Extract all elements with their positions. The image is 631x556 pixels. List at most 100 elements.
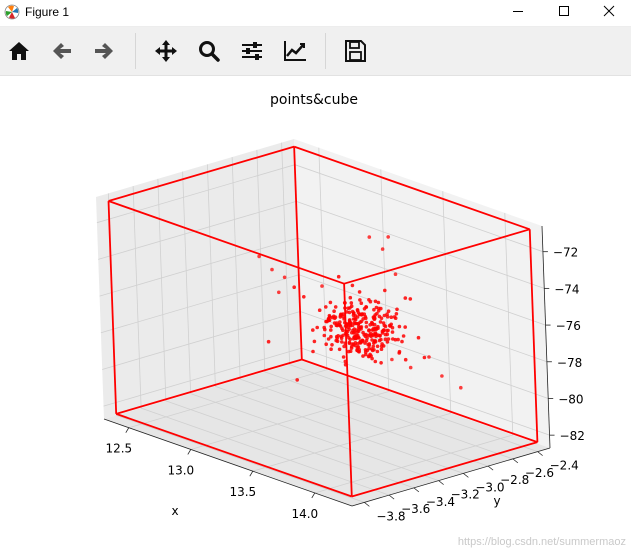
- data-point: [393, 272, 398, 277]
- home-button[interactable]: [5, 37, 33, 65]
- data-point: [367, 343, 372, 348]
- window-titlebar: Figure 1: [0, 0, 631, 27]
- data-point: [358, 298, 362, 302]
- data-point: [347, 310, 352, 315]
- data-point: [401, 334, 406, 338]
- data-point: [440, 374, 444, 378]
- x-tick-label: 12.5: [105, 442, 132, 456]
- data-point: [344, 329, 349, 334]
- data-point: [390, 357, 394, 362]
- data-point: [324, 342, 329, 347]
- data-point: [378, 320, 383, 324]
- data-point: [347, 341, 352, 346]
- data-point: [380, 247, 385, 251]
- data-point: [324, 305, 328, 309]
- data-point: [459, 385, 463, 390]
- save-button[interactable]: [341, 37, 369, 65]
- y-tick: [463, 473, 469, 478]
- 3d-scatter-plot[interactable]: 12.513.013.514.0 −3.8−3.6−3.4−3.2−3.0−2.8…: [0, 76, 631, 552]
- data-point: [352, 311, 356, 315]
- data-point: [395, 307, 399, 312]
- data-point: [355, 345, 360, 350]
- data-point: [349, 301, 354, 305]
- line-chart-icon: [284, 41, 306, 61]
- data-point: [375, 344, 380, 349]
- data-point: [312, 339, 317, 344]
- data-point: [374, 332, 378, 337]
- data-point: [317, 308, 322, 313]
- data-point: [364, 320, 369, 325]
- y-tick: [487, 465, 494, 471]
- sliders-icon: [242, 42, 262, 60]
- close-button[interactable]: [587, 0, 631, 26]
- data-point: [362, 307, 367, 311]
- data-point: [341, 333, 345, 338]
- y-tick: [438, 480, 444, 485]
- data-point: [334, 334, 339, 339]
- data-point: [315, 325, 320, 330]
- data-point: [403, 296, 408, 300]
- data-point: [302, 295, 306, 299]
- data-point: [390, 330, 395, 334]
- data-point: [363, 314, 368, 319]
- data-point: [341, 355, 346, 359]
- data-point: [386, 309, 391, 314]
- data-point: [343, 320, 347, 325]
- data-point: [397, 349, 402, 354]
- forward-button[interactable]: [90, 37, 118, 65]
- data-point: [403, 357, 408, 362]
- data-point: [292, 285, 297, 290]
- x-tick-label: 13.0: [167, 463, 194, 477]
- data-point: [348, 295, 353, 300]
- minimize-button[interactable]: [495, 0, 541, 26]
- data-point: [372, 317, 377, 322]
- data-point: [329, 347, 333, 352]
- data-point: [352, 327, 357, 331]
- x-axis-label: x: [171, 504, 178, 518]
- data-point: [369, 334, 373, 339]
- toolbar-separator: [325, 33, 326, 69]
- data-point: [350, 283, 355, 288]
- zoom-button[interactable]: [195, 37, 223, 65]
- data-point: [378, 334, 382, 338]
- data-point: [394, 312, 399, 316]
- data-point: [359, 301, 364, 306]
- data-point: [343, 306, 347, 310]
- y-tick-label: −2.4: [550, 459, 579, 473]
- watermark: https://blog.csdn.net/summermaoz: [457, 536, 626, 548]
- data-point: [389, 315, 394, 320]
- data-point: [329, 328, 333, 332]
- y-tick: [388, 494, 395, 500]
- data-point: [416, 335, 421, 340]
- data-point: [386, 235, 391, 239]
- data-point: [295, 378, 300, 382]
- maximize-icon: [559, 6, 569, 16]
- data-point: [349, 344, 354, 349]
- data-point: [347, 336, 351, 340]
- data-point: [329, 324, 334, 329]
- window-title: Figure 1: [25, 5, 70, 19]
- data-point: [357, 290, 362, 294]
- data-point: [338, 313, 343, 318]
- data-point: [373, 359, 378, 364]
- z-tick-label: −72: [553, 246, 578, 260]
- back-button[interactable]: [48, 37, 76, 65]
- pan-button[interactable]: [152, 37, 180, 65]
- data-point: [375, 349, 380, 354]
- data-point: [332, 309, 336, 314]
- maximize-button[interactable]: [541, 0, 587, 26]
- data-point: [333, 315, 338, 320]
- data-point: [377, 338, 382, 343]
- data-point: [408, 365, 413, 370]
- y-tick: [413, 487, 420, 493]
- home-icon: [9, 42, 29, 60]
- x-tick: [187, 449, 192, 455]
- data-point: [355, 308, 360, 312]
- data-point: [381, 321, 386, 325]
- edit-axes-button[interactable]: [281, 37, 309, 65]
- figure-canvas[interactable]: 12.5 13.0 13.5 14.0 −3.8 −3.6 −3.4 −3.2 −3.0 −2.8…: [0, 76, 631, 552]
- data-point: [371, 326, 376, 331]
- data-point: [379, 316, 384, 321]
- data-point: [381, 328, 386, 332]
- subplots-button[interactable]: [238, 37, 266, 65]
